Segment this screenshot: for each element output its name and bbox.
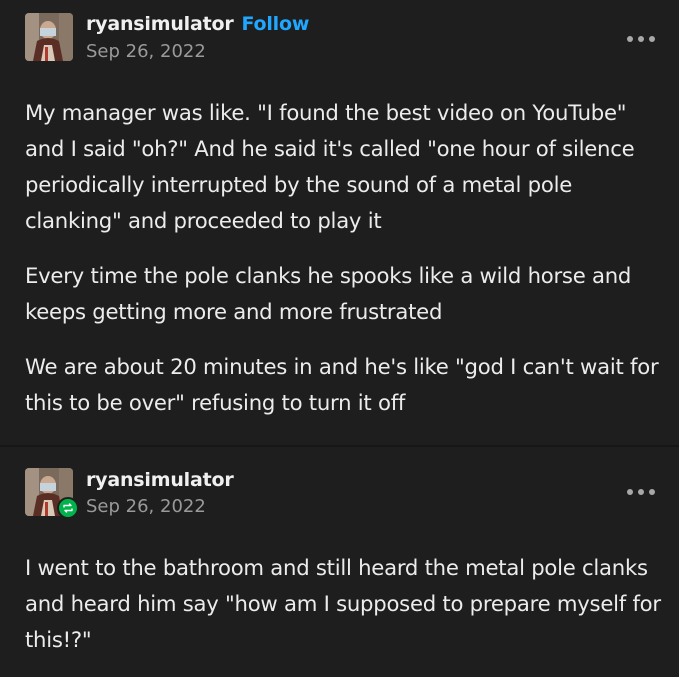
post-header: ryansimulator Follow [86,13,309,35]
post-header: ryansimulator [86,469,234,491]
follow-button[interactable]: Follow [242,13,310,35]
username[interactable]: ryansimulator [86,13,234,35]
post-paragraph: I went to the bathroom and still heard t… [25,555,661,652]
post-body: My manager was like. "I found the best v… [25,95,665,440]
dot [638,36,644,42]
reblog-icon [57,497,79,519]
post-date: Sep 26, 2022 [86,41,206,62]
more-options-icon[interactable] [627,34,655,44]
post-paragraph: My manager was like. "I found the best v… [25,100,635,233]
dot [627,36,633,42]
dot [649,36,655,42]
dot [627,489,633,495]
post-paragraph: We are about 20 minutes in and he's like… [25,354,659,415]
avatar[interactable] [25,13,73,61]
dot [638,489,644,495]
post-paragraph: Every time the pole clanks he spooks lik… [25,263,632,324]
username[interactable]: ryansimulator [86,469,234,491]
more-options-icon[interactable] [627,487,655,497]
reblog-post: ryansimulator Sep 26, 2022 I went to the… [0,447,679,658]
post-date: Sep 26, 2022 [86,496,206,517]
dot [649,489,655,495]
post: ryansimulator Follow Sep 26, 2022 My mana… [0,0,679,445]
